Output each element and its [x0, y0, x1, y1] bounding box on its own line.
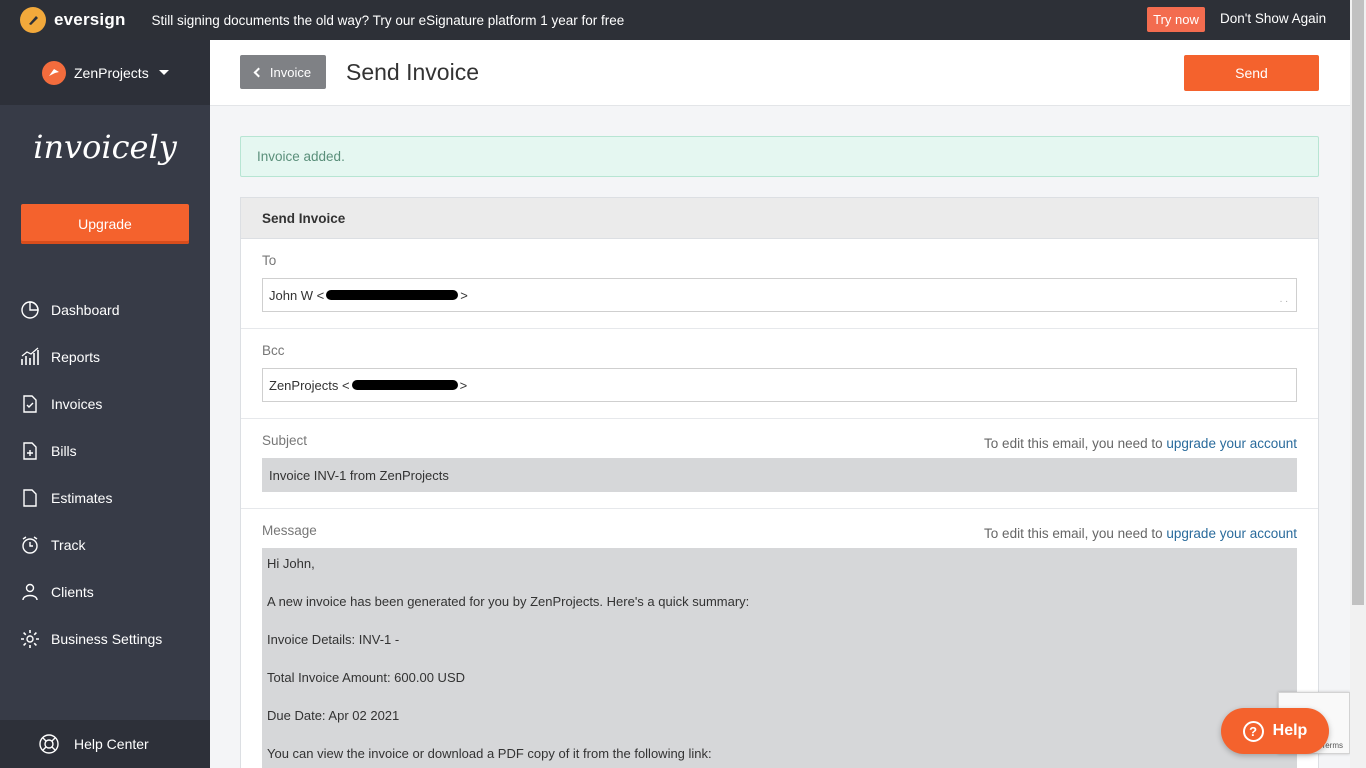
redacted-email	[326, 290, 459, 300]
bcc-value: ZenProjects <	[269, 377, 350, 393]
sidebar-item-label: Estimates	[51, 489, 113, 506]
resize-handle-icon[interactable]: . .	[1280, 294, 1288, 305]
invoicely-logo[interactable]: invoicely	[0, 128, 210, 166]
business-name: ZenProjects	[74, 64, 149, 81]
subject-upgrade-note: To edit this email, you need to upgrade …	[984, 436, 1297, 451]
bcc-input[interactable]: ZenProjects < >	[262, 368, 1297, 402]
help-widget-label: Help	[1272, 722, 1308, 739]
sidebar-item-label: Business Settings	[51, 630, 163, 647]
try-now-button[interactable]: Try now	[1147, 7, 1205, 32]
help-center-label: Help Center	[74, 736, 149, 752]
send-invoice-panel: Send Invoice To John W < > . . Bcc ZenPr…	[240, 197, 1319, 768]
caret-down-icon	[158, 70, 169, 75]
upgrade-account-link[interactable]: upgrade your account	[1166, 526, 1297, 541]
sidebar-item-clients[interactable]: Clients	[0, 568, 210, 615]
sidebar-item-business-settings[interactable]: Business Settings	[0, 615, 210, 662]
sidebar-item-label: Track	[51, 536, 86, 553]
sidebar: ZenProjects invoicely Upgrade Dashboard …	[0, 40, 210, 768]
subject-note-text: To edit this email, you need to	[984, 436, 1167, 451]
to-input[interactable]: John W < > . .	[262, 278, 1297, 312]
bcc-value-close: >	[459, 377, 468, 393]
business-logo-icon	[42, 60, 66, 85]
sidebar-item-bills[interactable]: Bills	[0, 427, 210, 474]
help-widget-button[interactable]: ? Help	[1221, 708, 1329, 754]
page-header: Invoice Send Invoice Send	[210, 40, 1350, 106]
page-scrollbar[interactable]	[1350, 0, 1366, 768]
eversign-brand: eversign	[54, 10, 126, 29]
sidebar-item-reports[interactable]: Reports	[0, 333, 210, 380]
message-line: Hi John,	[267, 556, 315, 571]
message-line: Total Invoice Amount: 600.00 USD	[267, 670, 466, 685]
promo-bar: eversign Still signing documents the old…	[0, 0, 1350, 40]
sidebar-item-label: Bills	[51, 442, 77, 459]
scrollbar-thumb[interactable]	[1352, 0, 1364, 605]
promo-message: Still signing documents the old way? Try…	[151, 12, 625, 28]
reports-icon	[21, 347, 39, 365]
upgrade-button[interactable]: Upgrade	[21, 204, 189, 244]
success-alert: Invoice added.	[240, 136, 1319, 177]
message-textarea: Hi John, A new invoice has been generate…	[262, 548, 1297, 768]
subject-value: Invoice INV-1 from ZenProjects	[269, 467, 449, 483]
dont-show-again-link[interactable]: Don't Show Again	[1220, 11, 1326, 26]
pen-icon	[20, 7, 46, 33]
subject-input: Invoice INV-1 from ZenProjects	[262, 458, 1297, 492]
message-line: You can view the invoice or download a P…	[267, 746, 712, 761]
track-icon	[22, 535, 38, 554]
sidebar-item-track[interactable]: Track	[0, 521, 210, 568]
panel-title: Send Invoice	[241, 198, 1318, 239]
chevron-left-icon	[253, 67, 264, 77]
sidebar-item-label: Invoices	[51, 395, 103, 412]
sidebar-item-label: Clients	[51, 583, 94, 600]
bills-icon	[23, 441, 37, 460]
sidebar-item-invoices[interactable]: Invoices	[0, 380, 210, 427]
sidebar-item-label: Reports	[51, 348, 101, 365]
sidebar-item-dashboard[interactable]: Dashboard	[0, 286, 210, 333]
help-center-link[interactable]: Help Center	[0, 720, 210, 768]
invoices-icon	[23, 394, 37, 413]
message-line: Invoice Details: INV-1 -	[267, 632, 400, 647]
subject-field-group: Subject To edit this email, you need to …	[241, 419, 1318, 509]
message-line: A new invoice has been generated for you…	[267, 594, 750, 609]
back-button-label: Invoice	[269, 64, 312, 80]
bcc-field-group: Bcc ZenProjects < >	[241, 329, 1318, 419]
lifebuoy-icon	[39, 734, 59, 754]
upgrade-account-link[interactable]: upgrade your account	[1166, 436, 1297, 451]
dashboard-icon	[21, 300, 39, 319]
estimates-icon	[23, 488, 37, 507]
to-field-group: To John W < > . .	[241, 239, 1318, 329]
to-value-close: >	[460, 287, 468, 303]
clients-icon	[22, 583, 38, 600]
to-label: To	[262, 253, 277, 268]
message-upgrade-note: To edit this email, you need to upgrade …	[984, 526, 1297, 541]
send-button[interactable]: Send	[1184, 55, 1319, 91]
eversign-logo[interactable]: eversign	[20, 7, 126, 33]
message-field-group: Message To edit this email, you need to …	[241, 509, 1318, 768]
back-to-invoice-button[interactable]: Invoice	[240, 55, 326, 89]
sidebar-item-label: Dashboard	[51, 301, 120, 318]
gear-icon	[21, 629, 39, 648]
redacted-email	[351, 380, 458, 390]
business-switcher[interactable]: ZenProjects	[0, 40, 210, 105]
to-value: John W <	[269, 287, 325, 303]
message-line: Due Date: Apr 02 2021	[267, 708, 400, 723]
message-note-text: To edit this email, you need to	[984, 526, 1167, 541]
question-icon: ?	[1242, 720, 1264, 742]
bcc-label: Bcc	[262, 343, 285, 358]
sidebar-item-estimates[interactable]: Estimates	[0, 474, 210, 521]
page-title: Send Invoice	[346, 59, 479, 85]
sidebar-nav: Dashboard Reports Invoices Bills Estimat…	[0, 286, 210, 662]
